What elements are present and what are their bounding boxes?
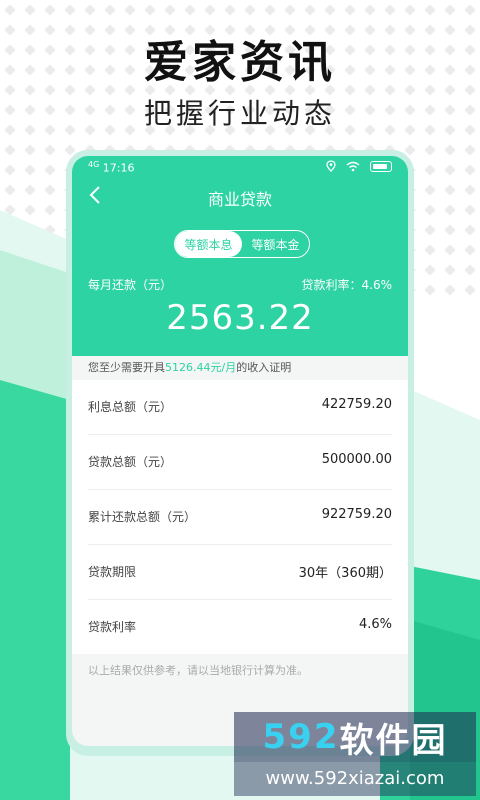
promo-subtitle: 把握行业动态 — [143, 97, 336, 130]
detail-label: 累计还款总额（元） — [88, 510, 197, 524]
detail-value: 500000.00 — [321, 452, 392, 467]
status-bar: 4G 17:16 — [88, 160, 392, 176]
detail-label: 贷款期限 — [88, 565, 137, 579]
watermark-brand: 软件园 — [339, 720, 448, 761]
page-title: 商业贷款 — [207, 190, 272, 209]
income-hint-value: 5126.44元/月 — [165, 361, 237, 374]
phone-mockup: 4G 17:16 商业贷款 等额本息 等额本金 每月还款（元） 贷款利率：4.6… — [66, 150, 414, 756]
site-watermark: 592 软件园 www.592xiazai.com — [234, 712, 476, 798]
promo-title: 爱家资讯 — [144, 37, 336, 88]
income-hint-prefix: 您至少需要开具 — [88, 361, 165, 374]
nav-bar: 商业贷款 — [72, 182, 408, 212]
detail-label: 利息总额（元） — [88, 400, 173, 414]
wifi-icon — [346, 161, 360, 171]
detail-value: 30年（360期） — [298, 566, 392, 581]
income-hint: 您至少需要开具5126.44元/月的收入证明 — [88, 359, 291, 375]
monthly-payment-amount: 2563.22 — [166, 298, 314, 338]
repayment-method-toggle: 等额本息 等额本金 — [174, 230, 310, 258]
detail-label: 贷款总额（元） — [88, 455, 173, 469]
clock: 17:16 — [102, 161, 135, 175]
detail-row-loan-term: 贷款期限 30年（360期） — [88, 545, 392, 600]
watermark-url: www.592xiazai.com — [234, 762, 476, 796]
detail-row-loan-total: 贷款总额（元） 500000.00 — [88, 435, 392, 490]
income-hint-suffix: 的收入证明 — [236, 361, 292, 374]
interest-rate-label: 贷款利率：4.6% — [301, 278, 393, 292]
detail-value: 4.6% — [358, 617, 392, 632]
detail-row-loan-rate: 贷款利率 4.6% — [88, 600, 392, 654]
detail-value: 922759.20 — [321, 507, 392, 522]
loan-detail-list: 利息总额（元） 422759.20 贷款总额（元） 500000.00 累计还款… — [72, 380, 408, 654]
summary-header: 4G 17:16 商业贷款 等额本息 等额本金 每月还款（元） 贷款利率：4.6… — [72, 156, 408, 356]
status-time: 4G 17:16 — [88, 160, 135, 175]
location-icon — [326, 160, 336, 172]
watermark-logo: 592 软件园 — [234, 712, 476, 762]
detail-value: 422759.20 — [321, 397, 392, 412]
watermark-number: 592 — [262, 717, 340, 757]
status-icons — [326, 160, 392, 172]
tab-equal-installment[interactable]: 等额本息 — [175, 231, 242, 257]
detail-label: 贷款利率 — [88, 620, 137, 634]
detail-row-interest-total: 利息总额（元） 422759.20 — [88, 380, 392, 435]
tab-equal-principal[interactable]: 等额本金 — [242, 231, 309, 257]
disclaimer-note: 以上结果仅供参考，请以当地银行计算为准。 — [88, 664, 308, 677]
battery-icon — [370, 160, 392, 172]
monthly-payment-label: 每月还款（元） — [88, 278, 173, 292]
detail-row-repayment-total: 累计还款总额（元） 922759.20 — [88, 490, 392, 545]
app-screen: 4G 17:16 商业贷款 等额本息 等额本金 每月还款（元） 贷款利率：4.6… — [72, 156, 408, 746]
network-label: 4G — [88, 160, 100, 169]
